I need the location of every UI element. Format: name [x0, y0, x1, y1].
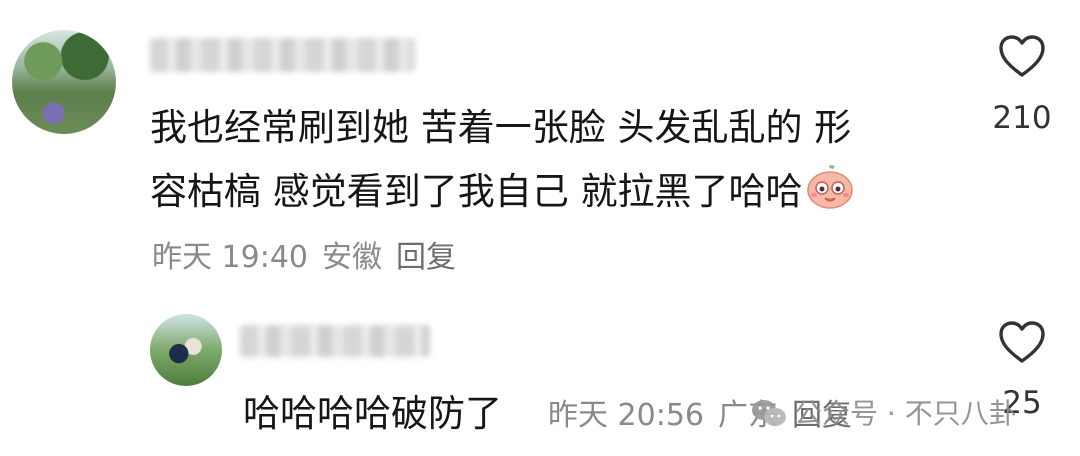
- commenter-username-blurred[interactable]: [150, 38, 415, 72]
- like-heart-icon[interactable]: [998, 34, 1046, 78]
- watermark-text: 公众号 · 不只八卦: [794, 397, 1017, 430]
- comment-text-line2: 容枯槁 感觉看到了我自己 就拉黑了哈哈: [150, 160, 950, 224]
- comment-location: 安徽: [322, 240, 382, 275]
- reply-button[interactable]: 回复: [396, 240, 456, 275]
- comment-text-line1: 我也经常刷到她 苦着一张脸 头发乱乱的 形: [150, 106, 852, 149]
- comment-text: 我也经常刷到她 苦着一张脸 头发乱乱的 形 容枯槁 感觉看到了我自己 就拉黑了哈…: [150, 96, 950, 224]
- smiling-face-emoji: [806, 164, 853, 209]
- reply-like-heart-icon[interactable]: [998, 320, 1046, 364]
- comment-text-line2-content: 容枯槁 感觉看到了我自己 就拉黑了哈哈: [150, 170, 803, 213]
- reply-text: 哈哈哈哈破防了: [243, 392, 502, 435]
- watermark: 公众号 · 不只八卦: [750, 392, 1017, 432]
- replier-avatar[interactable]: [150, 314, 222, 386]
- like-count: 210: [992, 100, 1052, 136]
- comment-time: 昨天 19:40: [152, 240, 308, 275]
- reply-time: 昨天 20:56: [548, 398, 704, 433]
- comment-meta: 昨天 19:40 安徽 回复: [152, 232, 470, 276]
- replier-username-blurred[interactable]: [240, 325, 430, 357]
- wechat-icon: [752, 400, 786, 426]
- commenter-avatar[interactable]: [12, 30, 116, 134]
